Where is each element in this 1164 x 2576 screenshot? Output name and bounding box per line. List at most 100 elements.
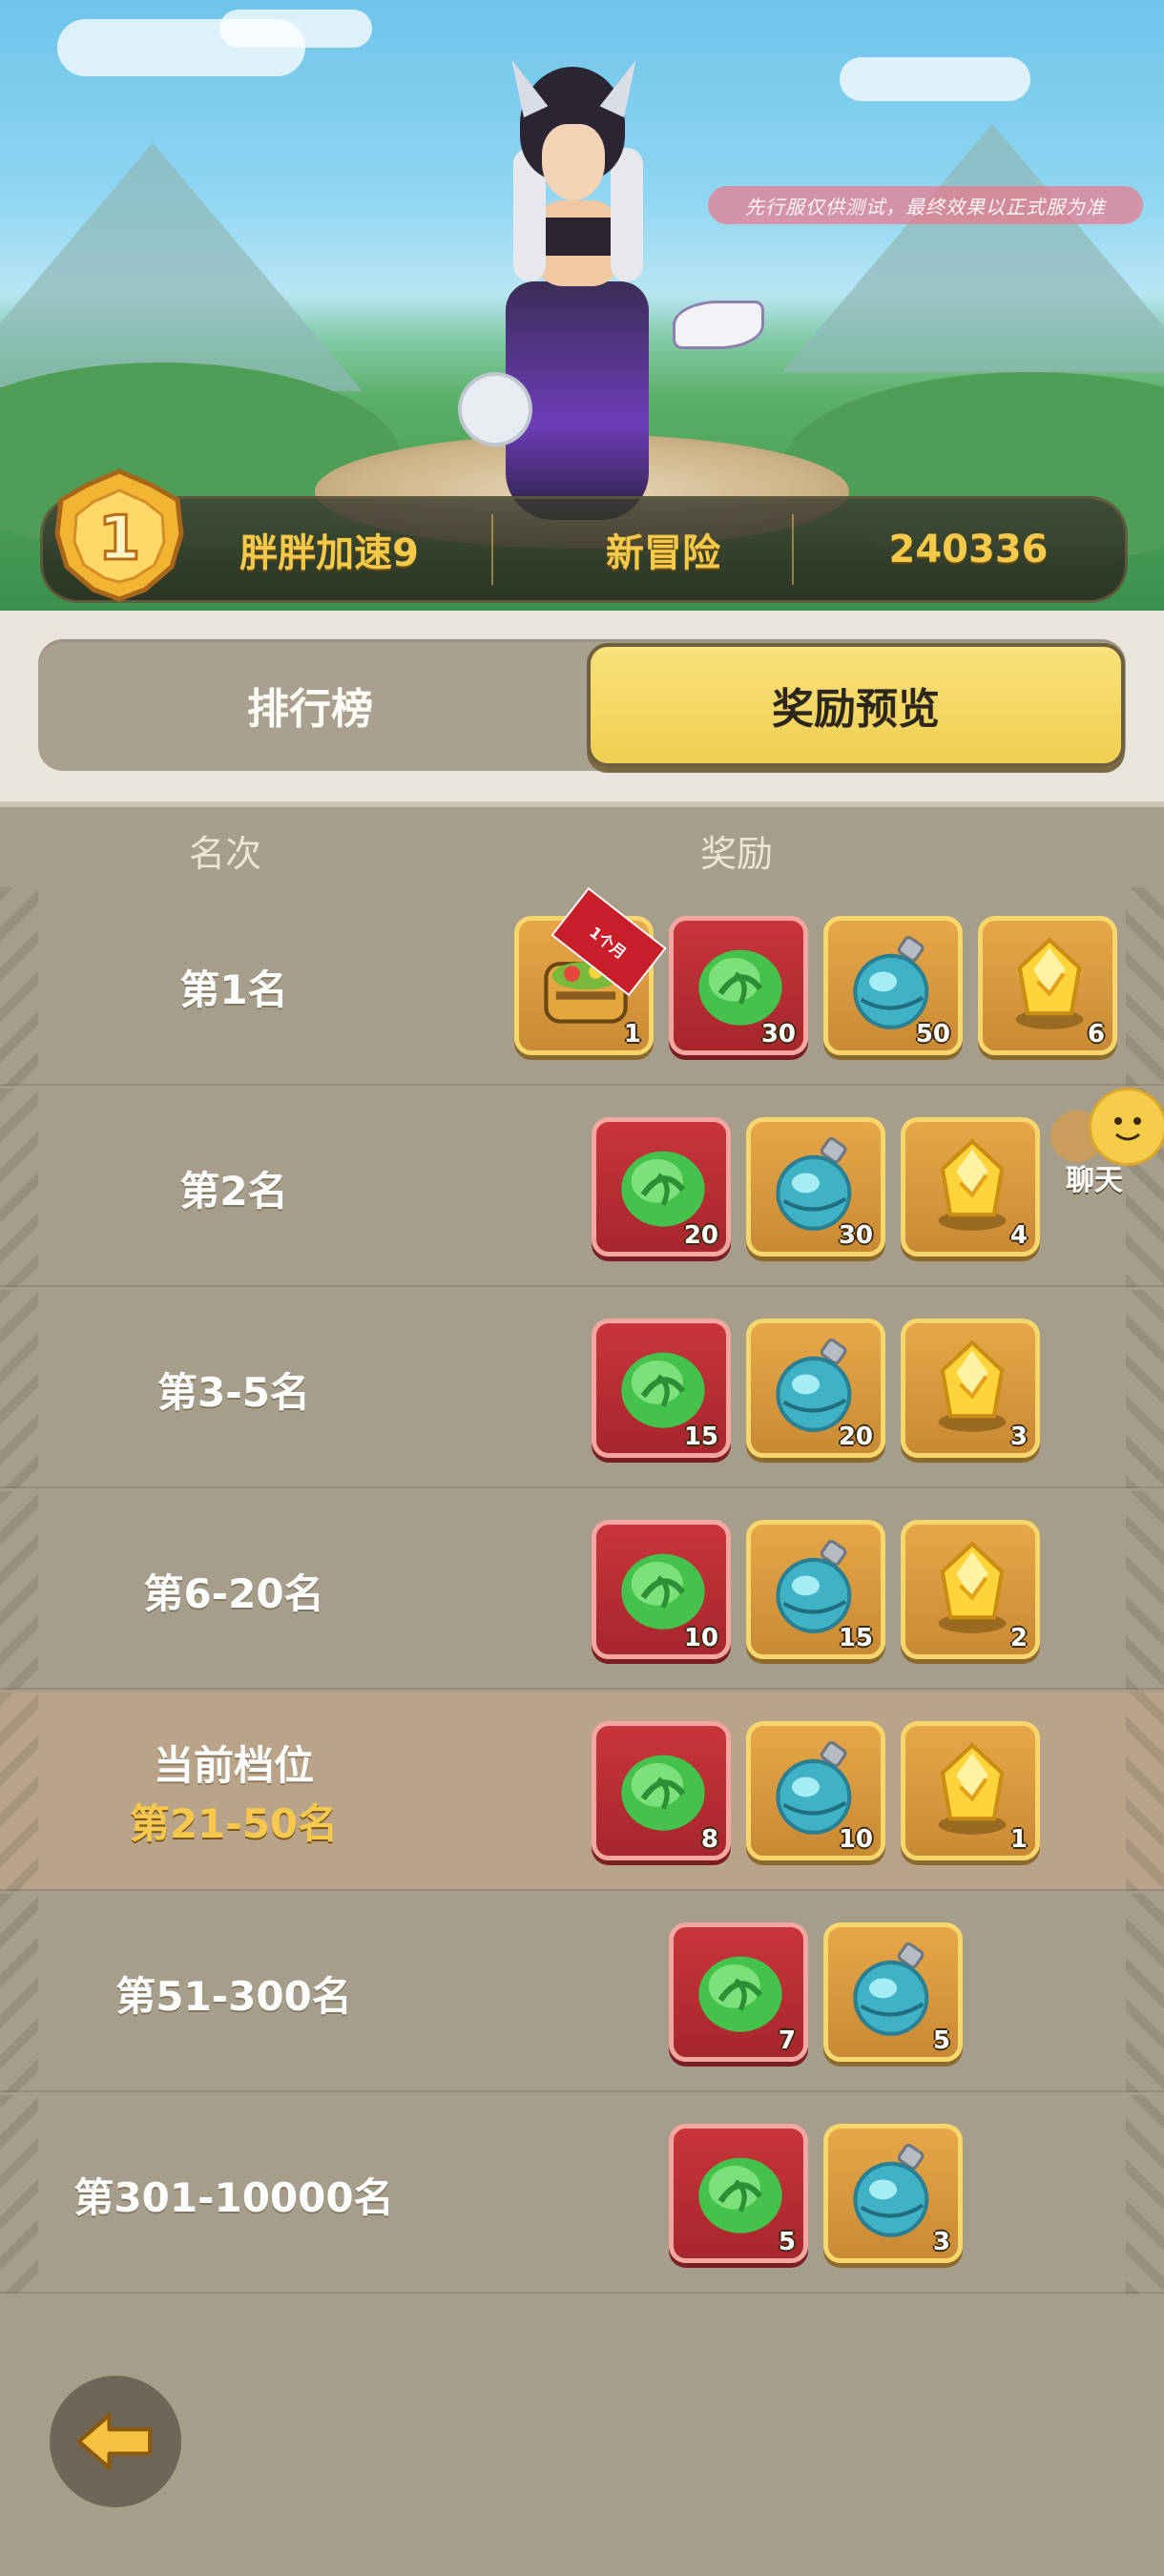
border-decoration [1126, 2095, 1164, 2294]
reward-count: 3 [932, 2228, 950, 2256]
tab-leaderboard[interactable]: 排行榜 [38, 639, 582, 771]
reward-item-cabbage[interactable]: 7 [669, 1922, 808, 2062]
mountain [782, 124, 1164, 372]
reward-count: 3 [1009, 1423, 1028, 1451]
reward-count: 10 [838, 1825, 873, 1854]
crystal-icon [938, 1340, 1007, 1432]
crystal-icon [938, 1138, 1007, 1231]
rank-label: 第301-10000名 [0, 2095, 468, 2294]
potion-icon [776, 1741, 852, 1835]
reward-item-chest[interactable]: 1 1个月 [514, 886, 667, 1055]
reward-item-crystal[interactable]: 3 [901, 1319, 1040, 1458]
reward-count: 30 [760, 1020, 796, 1049]
reward-item-cabbage[interactable]: 15 [592, 1319, 731, 1458]
potion-icon [853, 936, 929, 1029]
border-decoration [1126, 887, 1164, 1086]
rank-label: 第3-5名 [0, 1290, 468, 1488]
player-character [458, 53, 764, 520]
column-rank-header: 名次 [189, 833, 262, 875]
cabbage-icon [621, 1755, 705, 1831]
rank-label: 第51-300名 [0, 1894, 468, 2092]
chat-label: 聊天 [1066, 1164, 1123, 1197]
back-arrow-icon [76, 2413, 153, 2470]
rank-number: 1 [98, 504, 141, 574]
crystal-icon [1015, 937, 1084, 1029]
mountain [0, 143, 363, 391]
cabbage-icon [621, 1151, 705, 1227]
reward-count: 6 [1087, 1020, 1105, 1049]
reward-item-cabbage[interactable]: 8 [592, 1721, 731, 1860]
reward-count: 1 [1009, 1825, 1028, 1854]
cabbage-icon [698, 1956, 782, 2032]
reward-count: 30 [838, 1221, 873, 1250]
reward-count: 10 [683, 1624, 718, 1652]
reward-item-potion[interactable]: 30 [746, 1117, 885, 1257]
crystal-icon [938, 1541, 1007, 1633]
top-game-mode: 新冒险 [606, 531, 720, 575]
reward-row: 第301-10000名 5 3 [0, 2095, 1164, 2294]
rank-label: 第2名 [0, 1089, 468, 1287]
current-rank-range-text: 第21-50名 [129, 1800, 339, 1847]
top-player-name: 胖胖加速9 [239, 531, 419, 575]
reward-row: 第2名 20 30 4 [0, 1089, 1164, 1287]
cabbage-icon [698, 2157, 782, 2233]
test-server-notice: 先行服仅供测试，最终效果以正式服为准 [708, 186, 1143, 224]
cloud [840, 57, 1030, 101]
reward-count: 5 [778, 2228, 796, 2256]
rank-label: 第1名 [0, 887, 468, 1086]
reward-count: 1 [623, 1020, 641, 1049]
reward-item-crystal[interactable]: 2 [901, 1520, 1040, 1659]
reward-count: 4 [1009, 1221, 1028, 1250]
tab-bar: 排行榜 奖励预览 [38, 639, 1126, 771]
potion-icon [776, 1339, 852, 1432]
top-score: 240336 [888, 528, 1049, 571]
reward-count: 20 [683, 1221, 718, 1250]
cloud [219, 10, 372, 48]
reward-item-cabbage[interactable]: 30 [669, 916, 808, 1055]
reward-item-cabbage[interactable]: 5 [669, 2124, 808, 2263]
reward-item-crystal[interactable]: 1 [901, 1721, 1040, 1860]
rank-label: 第6-20名 [0, 1491, 468, 1690]
rank-range-text: 第2名 [179, 1167, 288, 1215]
reward-item-potion[interactable]: 20 [746, 1319, 885, 1458]
mace-icon [458, 372, 532, 447]
reward-count: 8 [700, 1825, 718, 1854]
reward-count: 7 [778, 2026, 796, 2055]
potion-icon [853, 1942, 929, 2036]
reward-item-crystal[interactable]: 4 [901, 1117, 1040, 1257]
rank-range-text: 第6-20名 [143, 1569, 324, 1617]
reward-count: 15 [838, 1624, 873, 1652]
tab-reward-preview[interactable]: 奖励预览 [587, 643, 1125, 767]
back-button[interactable] [50, 2376, 181, 2507]
hero-banner: 先行服仅供测试，最终效果以正式服为准 胖胖加速9 新冒险 240336 1 [0, 0, 1164, 611]
border-decoration [1126, 1491, 1164, 1690]
border-decoration [1126, 1693, 1164, 1891]
reward-count: 15 [683, 1423, 718, 1451]
rank-label: 当前档位 第21-50名 [0, 1693, 468, 1891]
reward-item-potion[interactable]: 10 [746, 1721, 885, 1860]
rank-1-medal-icon: 1 [38, 466, 200, 609]
reward-row: 第51-300名 7 5 [0, 1894, 1164, 2092]
reward-count: 5 [932, 2026, 950, 2055]
reward-item-cabbage[interactable]: 10 [592, 1520, 731, 1659]
rank-range-text: 第301-10000名 [73, 2173, 394, 2221]
reward-item-potion[interactable]: 15 [746, 1520, 885, 1659]
reward-item-crystal[interactable]: 6 [978, 916, 1117, 1055]
reward-item-potion[interactable]: 50 [823, 916, 963, 1055]
cabbage-icon [621, 1553, 705, 1630]
rank-range-text: 第51-300名 [115, 1972, 352, 2020]
border-decoration [1126, 1894, 1164, 2092]
top-rank-bar: 胖胖加速9 新冒险 240336 [40, 496, 1128, 603]
chat-button[interactable]: 聊天 [1045, 1088, 1164, 1202]
reward-count: 2 [1009, 1624, 1028, 1652]
reward-count: 20 [838, 1423, 873, 1451]
reward-item-potion[interactable]: 5 [823, 1922, 963, 2062]
potion-icon [776, 1137, 852, 1231]
border-decoration [1126, 1290, 1164, 1488]
reward-table: 名次 奖励 第1名 1 1个月 30 50 6 第2名 20 30 4 第3-5名 15 20 3 第6-2… [0, 807, 1164, 2294]
reward-item-potion[interactable]: 3 [823, 2124, 963, 2263]
table-header: 名次 奖励 [0, 807, 1164, 887]
reward-row: 第3-5名 15 20 3 [0, 1290, 1164, 1488]
reward-count: 50 [915, 1020, 950, 1049]
reward-item-cabbage[interactable]: 20 [592, 1117, 731, 1257]
